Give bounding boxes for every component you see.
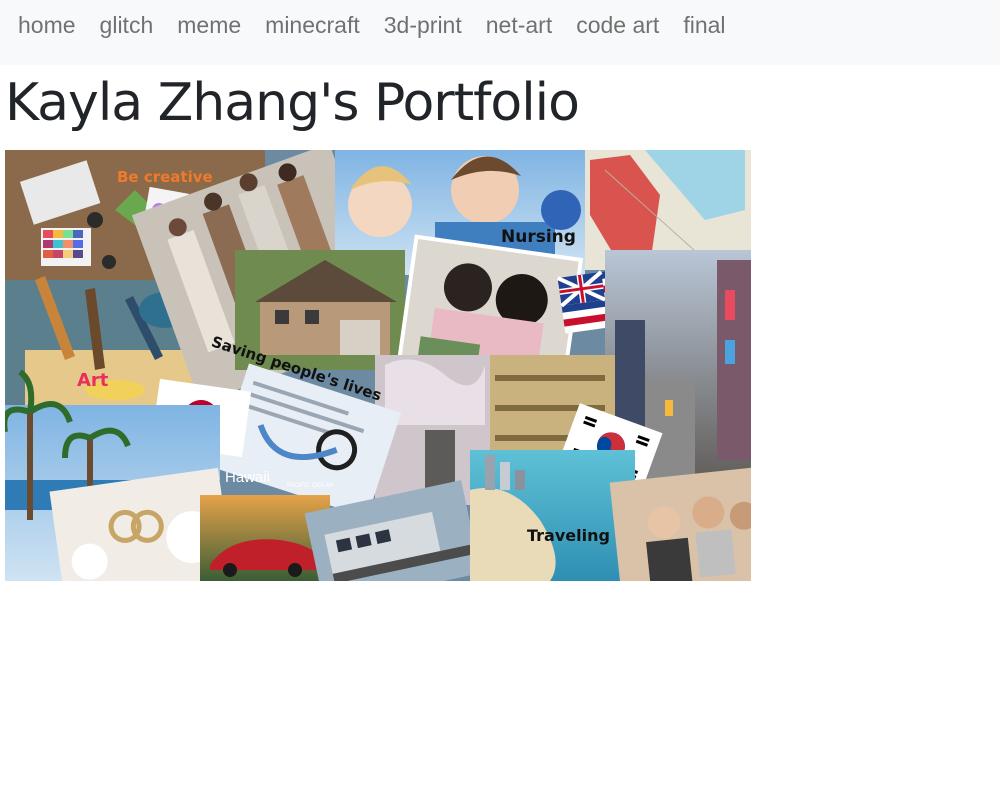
caption-pacific-ocean: PACIFIC OCEAN [287,483,333,489]
nav-link-meme[interactable]: meme [177,12,241,38]
nav-list: home glitch meme minecraft 3d-print net-… [18,10,750,40]
nav-link-glitch[interactable]: glitch [100,12,154,38]
nav-link-minecraft[interactable]: minecraft [265,12,360,38]
caption-nursing: Nursing [501,227,576,247]
caption-art: Art [77,370,109,391]
collage-graphic: Be creative Art Nursing Saving people's … [5,150,751,581]
page-title: Kayla Zhang's Portfolio [5,73,580,133]
nav-link-final[interactable]: final [683,12,725,38]
nav-link-3d-print[interactable]: 3d-print [384,12,462,38]
color-swatch-chart [43,230,83,258]
nav-link-net-art[interactable]: net-art [486,12,552,38]
caption-be-creative: Be creative [117,168,213,186]
top-navbar: home glitch meme minecraft 3d-print net-… [0,0,1000,65]
friends-photo [609,466,751,581]
collage-image: Be creative Art Nursing Saving people's … [5,150,751,581]
nav-link-home[interactable]: home [18,12,76,38]
nav-link-code-art[interactable]: code art [576,12,659,38]
caption-hawaii: Hawaii [225,469,270,486]
caption-traveling: Traveling [527,526,610,545]
